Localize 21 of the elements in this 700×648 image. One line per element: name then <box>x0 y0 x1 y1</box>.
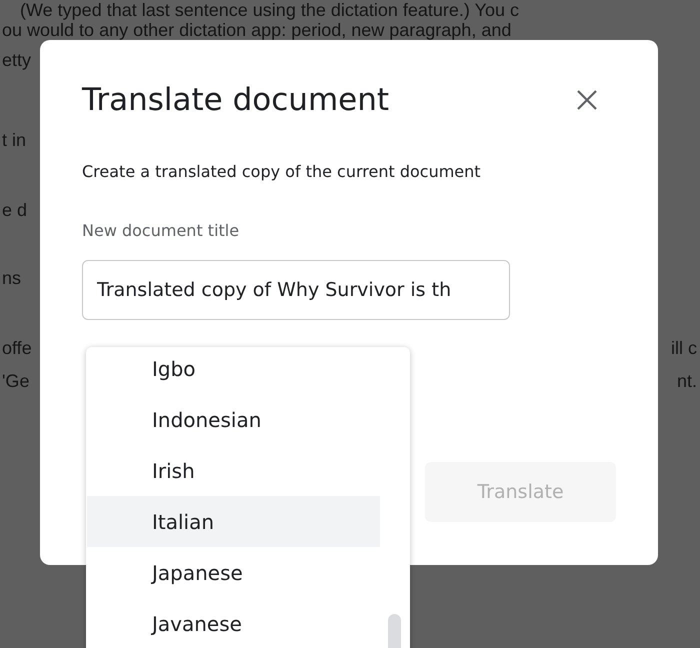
document-text: ill c <box>671 338 697 358</box>
language-option[interactable]: Japanese <box>87 547 380 598</box>
language-option[interactable]: Indonesian <box>87 394 380 445</box>
dialog-description: Create a translated copy of the current document <box>82 162 482 181</box>
language-option[interactable]: Italian <box>87 496 380 547</box>
document-text: ou would to any other dictation app: period, new paragraph, and <box>2 20 512 40</box>
document-text: (We typed that last sentence using the dictation feature.) You c <box>20 0 520 20</box>
dialog-title: Translate document <box>82 82 390 118</box>
document-text: 'Ge <box>2 371 30 391</box>
document-text: t in <box>2 130 28 150</box>
document-text: e d <box>2 200 28 220</box>
language-option[interactable]: Irish <box>87 445 380 496</box>
language-option[interactable]: Javanese <box>87 598 380 648</box>
document-text: ns <box>2 268 22 288</box>
document-text: offe <box>2 338 32 358</box>
close-icon <box>576 89 598 111</box>
title-input-field[interactable]: Translated copy of Why Survivor is th <box>82 260 510 320</box>
document-text: nt. <box>676 371 697 391</box>
language-option[interactable]: Igbo <box>87 347 380 394</box>
field-label: New document title <box>82 221 240 240</box>
document-text: etty <box>2 50 32 70</box>
